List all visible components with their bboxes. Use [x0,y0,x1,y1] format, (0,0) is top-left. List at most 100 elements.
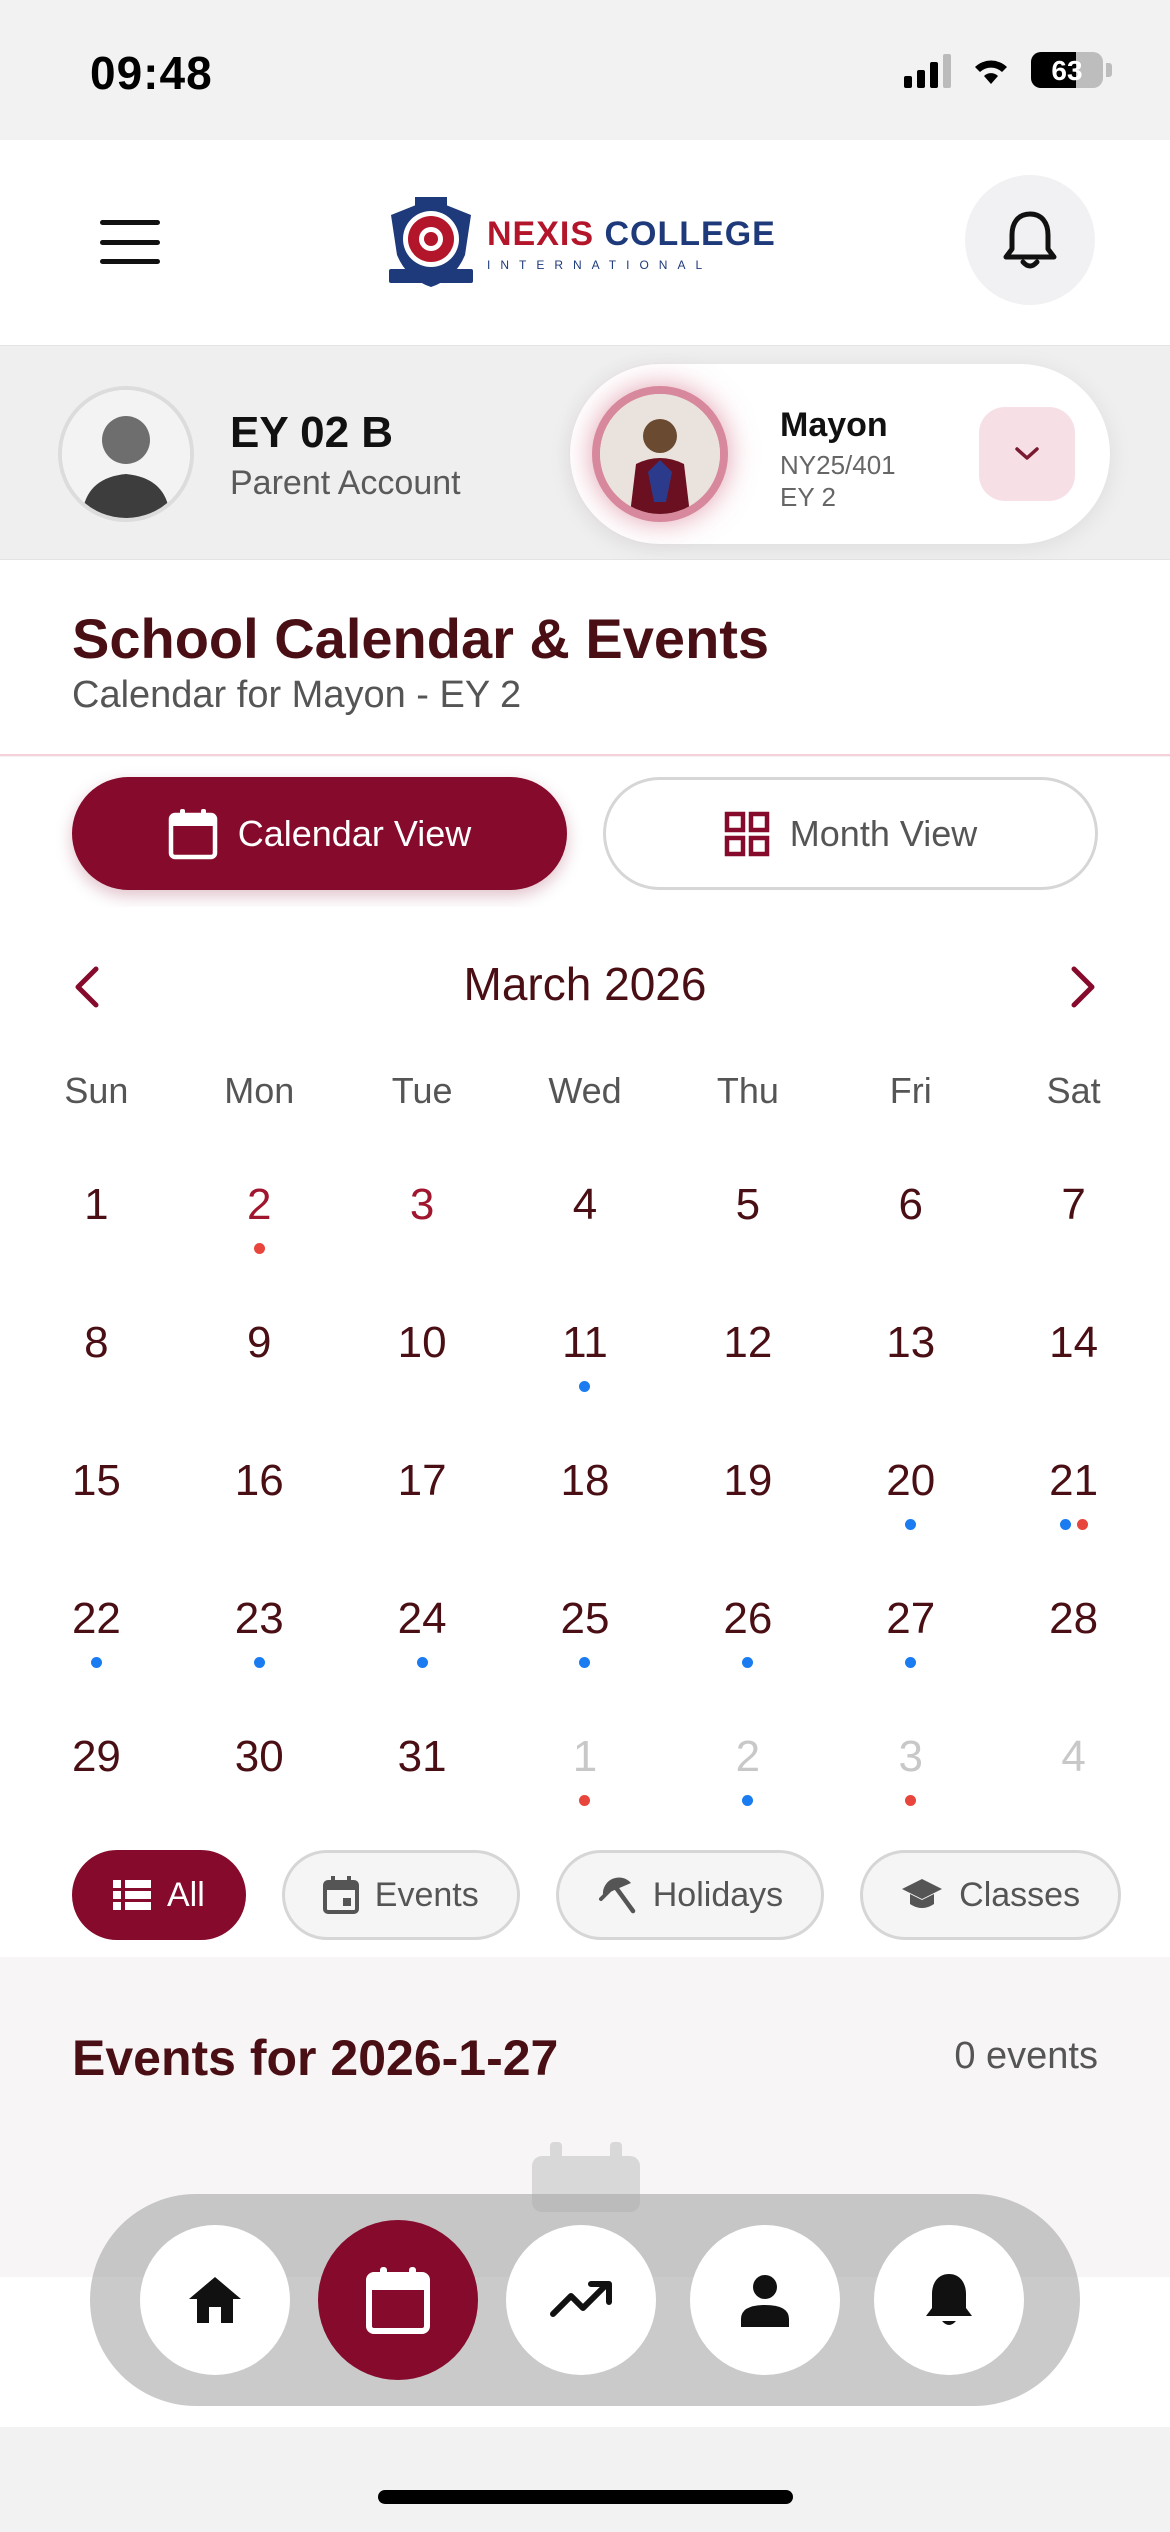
home-icon [189,2277,241,2323]
status-time: 09:48 [90,47,213,99]
filter-events[interactable]: Events [281,1850,520,1940]
calendar-icon [366,2267,430,2334]
calendar-day[interactable]: 23 [178,1546,341,1684]
calendar-day[interactable]: 21 [992,1408,1155,1546]
notifications-button[interactable] [965,175,1095,305]
calendar-day[interactable]: 20 [829,1408,992,1546]
event-indicators [829,1519,992,1530]
day-number: 11 [562,1318,608,1367]
hamburger-menu-icon[interactable] [100,220,160,264]
student-selector[interactable]: Mayon NY25/401 EY 2 [570,364,1110,544]
filter-holidays[interactable]: Holidays [555,1850,825,1940]
filter-all[interactable]: All [72,1850,246,1940]
day-number: 23 [234,1594,284,1643]
calendar-day[interactable]: 18 [504,1408,667,1546]
next-month-button[interactable] [1048,952,1118,1022]
nav-notifications[interactable] [874,2225,1024,2375]
calendar-day[interactable]: 2 [178,1132,341,1270]
parent-avatar [58,386,194,522]
month-view-button[interactable]: Month View [603,777,1098,890]
student-name: Mayon [780,406,888,444]
status-icons: 63 [904,52,1112,88]
day-number: 29 [71,1732,121,1781]
calendar-day[interactable]: 11 [504,1270,667,1408]
calendar-day[interactable]: 9 [178,1270,341,1408]
event-dot [1059,1519,1071,1530]
list-icon [113,1880,151,1910]
calendar-day[interactable]: 17 [341,1408,504,1546]
day-number: 30 [234,1732,284,1781]
calendar-day[interactable]: 26 [666,1546,829,1684]
bell-icon [1003,211,1057,269]
day-number: 22 [71,1594,121,1643]
calendar-day[interactable]: 30 [178,1684,341,1822]
day-number: 19 [723,1456,773,1505]
student-dropdown-button[interactable] [979,407,1075,501]
weekday-label: Fri [889,1070,932,1111]
day-number: 6 [898,1180,923,1229]
calendar-day[interactable]: 4 [992,1684,1155,1822]
filter-holidays-label: Holidays [652,1875,784,1914]
event-indicators [15,1657,178,1668]
event-indicators [504,1795,667,1806]
student-avatar [592,386,728,522]
holiday-dot [1076,1519,1088,1530]
calendar-view-button[interactable]: Calendar View [72,777,567,890]
calendar-day[interactable]: 13 [829,1270,992,1408]
weekday-header: Sun Mon Tue Wed Thu Fri Sat [0,1070,1170,1112]
chevron-right-icon [1071,966,1095,1008]
calendar-day[interactable]: 10 [341,1270,504,1408]
calendar-day[interactable]: 24 [341,1546,504,1684]
calendar-day[interactable]: 8 [15,1270,178,1408]
event-dot [742,1657,754,1668]
calendar-day[interactable]: 6 [829,1132,992,1270]
calendar-day[interactable]: 31 [341,1684,504,1822]
calendar-day[interactable]: 14 [992,1270,1155,1408]
calendar-day[interactable]: 25 [504,1546,667,1684]
event-indicators [666,1657,829,1668]
filter-classes[interactable]: Classes [860,1850,1122,1940]
calendar-day[interactable]: 12 [666,1270,829,1408]
signal-icon [904,52,951,88]
nav-home[interactable] [140,2225,290,2375]
logo-word-2: COLLEGE [604,214,776,253]
holiday-dot [905,1795,917,1806]
event-dot [90,1657,102,1668]
calendar-header: March 2026 [0,907,1170,1067]
event-filters: All Events Holidays Classes [0,1835,1170,1955]
calendar-day[interactable]: 3 [829,1684,992,1822]
calendar-day[interactable]: 28 [992,1546,1155,1684]
bottom-navigation [90,2194,1080,2406]
day-number: 7 [1061,1180,1086,1229]
calendar-day[interactable]: 16 [178,1408,341,1546]
day-number: 21 [1049,1456,1099,1505]
nav-progress[interactable] [506,2225,656,2375]
crest-icon [389,197,473,287]
calendar-day[interactable]: 7 [992,1132,1155,1270]
day-number: 8 [84,1318,109,1367]
event-indicators [829,1795,992,1806]
calendar-day[interactable]: 27 [829,1546,992,1684]
filter-classes-label: Classes [959,1875,1081,1914]
calendar-day[interactable]: 4 [504,1132,667,1270]
calendar-day[interactable]: 15 [15,1408,178,1546]
calendar-day[interactable]: 5 [666,1132,829,1270]
calendar-day[interactable]: 2 [666,1684,829,1822]
day-number: 4 [1061,1732,1086,1781]
calendar-day[interactable]: 3 [341,1132,504,1270]
battery-level: 63 [1051,55,1083,86]
holiday-dot [579,1795,591,1806]
calendar-day[interactable]: 29 [15,1684,178,1822]
nav-profile[interactable] [690,2225,840,2375]
event-indicators [992,1519,1155,1530]
calendar-day[interactable]: 19 [666,1408,829,1546]
parent-name: EY 02 B [230,408,394,457]
calendar-day[interactable]: 1 [504,1684,667,1822]
month-view-label: Month View [789,812,978,854]
calendar-day[interactable]: 22 [15,1546,178,1684]
day-number: 3 [898,1732,923,1781]
event-dot [579,1657,591,1668]
nav-calendar[interactable] [318,2220,478,2380]
calendar-day[interactable]: 1 [15,1132,178,1270]
bell-icon [926,2274,972,2325]
